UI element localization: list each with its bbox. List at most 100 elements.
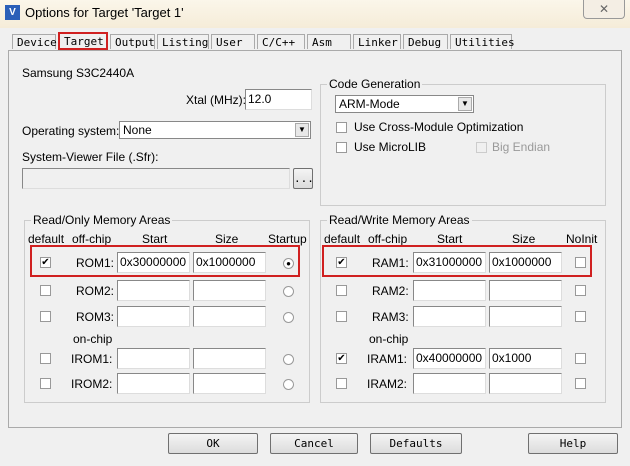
irom2-startup-radio[interactable] [283,379,294,390]
ram2-default-checkbox[interactable] [336,285,347,296]
tab-target[interactable]: Target [58,32,108,50]
rom-onchip-label: on-chip [73,332,113,346]
code-mode-select[interactable]: ARM-Mode ▼ [335,95,474,113]
tab-device[interactable]: Device [12,34,57,49]
iram1-label: IRAM1: [367,352,408,366]
big-endian-label: Big Endian [492,140,551,154]
ram3-size-input[interactable] [489,306,562,327]
tab-listing[interactable]: Listing [157,34,209,49]
tab-utilities[interactable]: Utilities [450,34,515,49]
defaults-button[interactable]: Defaults [370,433,462,454]
tab-debug[interactable]: Debug [403,34,448,49]
cross-module-label: Use Cross-Module Optimization [354,120,524,134]
iram2-noinit-checkbox[interactable] [575,378,586,389]
ram1-label: RAM1: [372,256,409,270]
os-select[interactable]: None ▼ [119,121,311,139]
rom2-start-input[interactable] [117,280,190,301]
irom1-size-input[interactable] [193,348,266,369]
irom2-start-input[interactable] [117,373,190,394]
code-mode-value: ARM-Mode [339,97,400,111]
rom3-start-input[interactable] [117,306,190,327]
rom1-size-input[interactable]: 0x1000000 [193,252,266,273]
ram3-default-checkbox[interactable] [336,311,347,322]
code-generation-title: Code Generation [327,77,423,91]
rom3-size-input[interactable] [193,306,266,327]
ram3-label: RAM3: [372,310,409,324]
rom3-label: ROM3: [76,310,115,324]
ram-onchip-label: on-chip [369,332,409,346]
rom1-default-checkbox[interactable]: ✔ [40,257,51,268]
irom1-start-input[interactable] [117,348,190,369]
ram2-size-input[interactable] [489,280,562,301]
irom2-default-checkbox[interactable] [40,378,51,389]
tab-asm[interactable]: Asm [307,34,351,49]
tab-output[interactable]: Output [110,34,155,49]
rom-header-start: Start [142,232,168,246]
iram1-size-input[interactable]: 0x1000 [489,348,562,369]
ram-header-default: default [324,232,361,246]
app-icon: V [5,5,20,20]
microlib-label: Use MicroLIB [354,140,427,154]
iram1-start-input[interactable]: 0x40000000 [413,348,486,369]
ram1-start-input[interactable]: 0x31000000 [413,252,486,273]
rom-header-default: default [28,232,65,246]
ram2-noinit-checkbox[interactable] [575,285,586,296]
irom1-startup-radio[interactable] [283,354,294,365]
tab-cc[interactable]: C/C++ [257,34,305,49]
chevron-down-icon: ▼ [295,123,309,137]
rom-header-size: Size [215,232,239,246]
iram2-label: IRAM2: [367,377,408,391]
rom2-label: ROM2: [76,284,115,298]
iram2-start-input[interactable] [413,373,486,394]
rom2-default-checkbox[interactable] [40,285,51,296]
rom3-startup-radio[interactable] [283,312,294,323]
help-button[interactable]: Help [528,433,618,454]
ok-button[interactable]: OK [168,433,258,454]
cancel-button[interactable]: Cancel [270,433,358,454]
os-label: Operating system: [22,124,120,138]
ram1-size-input[interactable]: 0x1000000 [489,252,562,273]
cross-module-checkbox[interactable] [336,122,347,133]
ram-header-offchip: off-chip [368,232,408,246]
iram1-default-checkbox[interactable]: ✔ [336,353,347,364]
title-bar: V Options for Target 'Target 1' [0,0,630,28]
microlib-checkbox[interactable] [336,142,347,153]
xtal-input[interactable]: 12.0 [245,89,312,110]
sfr-input[interactable] [22,168,290,189]
tab-user[interactable]: User [211,34,255,49]
close-button[interactable]: ✕ [583,0,625,19]
ram3-noinit-checkbox[interactable] [575,311,586,322]
ram2-label: RAM2: [372,284,409,298]
irom2-size-input[interactable] [193,373,266,394]
ram-header-size: Size [512,232,536,246]
rom1-label: ROM1: [76,256,115,270]
rom-group-title: Read/Only Memory Areas [31,213,173,227]
ram1-noinit-checkbox[interactable] [575,257,586,268]
rom3-default-checkbox[interactable] [40,311,51,322]
sfr-browse-button[interactable]: ... [293,168,314,189]
tab-linker[interactable]: Linker [353,34,401,49]
chevron-down-icon: ▼ [458,97,472,111]
rom2-startup-radio[interactable] [283,286,294,297]
big-endian-checkbox[interactable] [476,142,487,153]
ram-header-start: Start [437,232,463,246]
rom-header-startup: Startup [268,232,307,246]
rom1-start-input[interactable]: 0x30000000 [117,252,190,273]
sfr-label: System-Viewer File (.Sfr): [22,150,159,164]
xtal-label: Xtal (MHz): [186,93,246,107]
window-title: Options for Target 'Target 1' [25,5,184,20]
ram-header-noinit: NoInit [566,232,598,246]
irom1-default-checkbox[interactable] [40,353,51,364]
iram2-default-checkbox[interactable] [336,378,347,389]
ram-group-title: Read/Write Memory Areas [327,213,472,227]
iram1-noinit-checkbox[interactable] [575,353,586,364]
irom2-label: IROM2: [71,377,113,391]
iram2-size-input[interactable] [489,373,562,394]
rom-header-offchip: off-chip [72,232,112,246]
ram3-start-input[interactable] [413,306,486,327]
rom2-size-input[interactable] [193,280,266,301]
irom1-label: IROM1: [71,352,113,366]
ram2-start-input[interactable] [413,280,486,301]
ram1-default-checkbox[interactable]: ✔ [336,257,347,268]
rom1-startup-radio[interactable]: ● [283,258,294,269]
